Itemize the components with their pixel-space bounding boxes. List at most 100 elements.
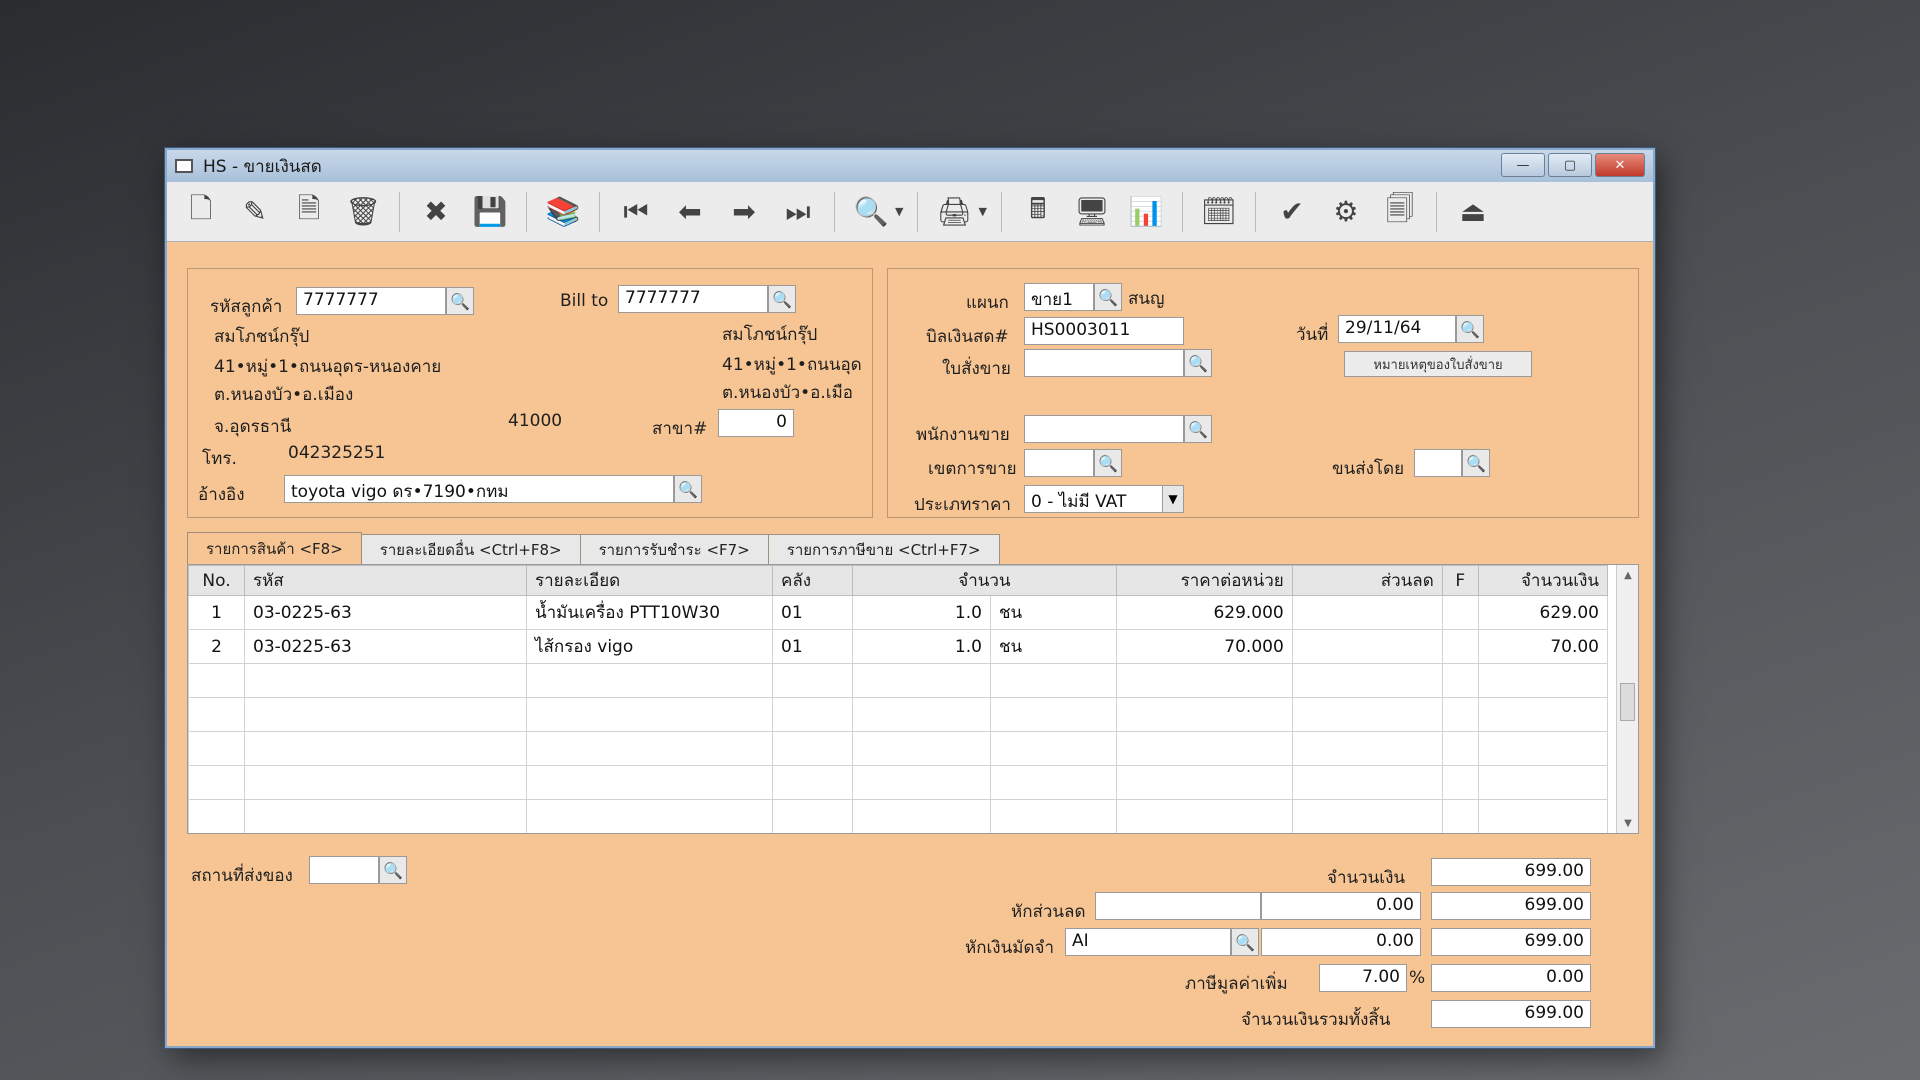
ship-by-field[interactable] (1414, 449, 1462, 477)
cell-no[interactable] (188, 731, 245, 766)
scroll-thumb[interactable] (1620, 683, 1635, 721)
grid-scrollbar[interactable]: ▲ ▼ (1616, 565, 1638, 833)
new-doc-icon[interactable]: 🗋 (179, 190, 223, 234)
stamp-icon[interactable]: ⚙ (1324, 190, 1368, 234)
cell-desc[interactable] (526, 697, 773, 732)
sales-order-search-icon[interactable]: 🔍 (1184, 349, 1212, 377)
col-flag[interactable]: F (1441, 565, 1479, 596)
cell-code[interactable]: 03-0225-63 (244, 595, 527, 630)
cell-unit[interactable]: ชน (989, 629, 1117, 664)
cell-amount[interactable] (1477, 765, 1609, 800)
dept-field[interactable]: ขาย1 (1024, 283, 1094, 311)
cell-discount[interactable] (1291, 663, 1443, 698)
cell-qty[interactable]: 1.0 (852, 595, 991, 630)
cell-desc[interactable]: น้ำมันเครื่อง PTT10W30 (526, 595, 773, 630)
sales-order-note-button[interactable]: หมายเหตุของใบสั่งขาย (1344, 351, 1532, 377)
first-record-icon[interactable]: ⏮ (614, 190, 658, 234)
price-type-select[interactable]: 0 - ไม่มี VAT (1024, 485, 1184, 513)
vat-rate-field[interactable]: 7.00 (1319, 964, 1407, 992)
cell-code[interactable] (244, 663, 527, 698)
col-no[interactable]: No. (188, 565, 245, 596)
cell-unit[interactable]: ชน (989, 595, 1117, 630)
cell-f[interactable] (1441, 595, 1479, 630)
date-field[interactable]: 29/11/64 (1338, 315, 1456, 343)
cell-amount[interactable] (1477, 731, 1609, 766)
register-icon[interactable]: 🖥 (1070, 190, 1114, 234)
cell-qty[interactable] (852, 799, 991, 833)
cell-amount[interactable] (1477, 799, 1609, 833)
table-row[interactable] (188, 731, 1609, 766)
col-discount[interactable]: ส่วนลด (1291, 565, 1443, 596)
cell-code[interactable]: 03-0225-63 (244, 629, 527, 664)
cell-qty[interactable] (852, 697, 991, 732)
col-code[interactable]: รหัส (244, 565, 527, 596)
void-icon[interactable]: 🗎 (287, 190, 331, 234)
cell-wh[interactable]: 01 (772, 629, 853, 664)
exit-icon[interactable]: ⏏ (1451, 190, 1495, 234)
cell-f[interactable] (1441, 663, 1479, 698)
cell-f[interactable] (1441, 731, 1479, 766)
chart-icon[interactable]: 📊 (1124, 190, 1168, 234)
tab-3[interactable]: รายการรับชำระ <F7> (579, 534, 769, 564)
delivery-place-field[interactable] (309, 856, 379, 884)
discount-text-field[interactable] (1095, 892, 1261, 920)
col-quantity[interactable]: จำนวน (852, 565, 1117, 596)
cell-unit_price[interactable] (1115, 765, 1293, 800)
sales-zone-field[interactable] (1024, 449, 1094, 477)
cell-wh[interactable] (772, 697, 853, 732)
tab-1[interactable]: รายการสินค้า <F8> (187, 532, 362, 564)
discount-amount-field[interactable]: 0.00 (1261, 892, 1421, 920)
customer-search-icon[interactable]: 🔍 (446, 287, 474, 315)
cell-no[interactable] (188, 799, 245, 833)
cell-unit[interactable] (989, 731, 1117, 766)
col-amount[interactable]: จำนวนเงิน (1477, 565, 1609, 596)
cell-qty[interactable] (852, 731, 991, 766)
reference-field[interactable]: toyota vigo ดร•7190•กทม (284, 475, 674, 503)
cell-amount[interactable]: 70.00 (1477, 629, 1609, 664)
billto-field[interactable]: 7777777 (618, 285, 768, 313)
col-warehouse[interactable]: คลัง (772, 565, 853, 596)
cell-desc[interactable]: ไส้กรอง vigo (526, 629, 773, 664)
ship-by-search-icon[interactable]: 🔍 (1462, 449, 1490, 477)
cell-desc[interactable] (526, 731, 773, 766)
cell-wh[interactable]: 01 (772, 595, 853, 630)
tab-2[interactable]: รายละเอียดอื่น <Ctrl+F8> (360, 534, 581, 564)
tab-4[interactable]: รายการภาษีขาย <Ctrl+F7> (767, 534, 1000, 564)
calculator-icon[interactable]: 🖩 (1016, 190, 1060, 234)
deposit-code-field[interactable]: AI (1065, 928, 1231, 956)
cell-amount[interactable] (1477, 697, 1609, 732)
sales-order-field[interactable] (1024, 349, 1184, 377)
cell-wh[interactable] (772, 663, 853, 698)
table-row[interactable] (188, 697, 1609, 732)
cell-discount[interactable] (1291, 595, 1443, 630)
cell-discount[interactable] (1291, 629, 1443, 664)
cancel-icon[interactable]: ✖ (414, 190, 458, 234)
cell-discount[interactable] (1291, 697, 1443, 732)
cell-no[interactable] (188, 765, 245, 800)
billto-search-icon[interactable]: 🔍 (768, 285, 796, 313)
chevron-down-icon[interactable]: ▼ (895, 205, 903, 218)
cell-discount[interactable] (1291, 799, 1443, 833)
salesman-field[interactable] (1024, 415, 1184, 443)
cell-unit[interactable] (989, 663, 1117, 698)
cell-code[interactable] (244, 697, 527, 732)
cell-no[interactable] (188, 663, 245, 698)
dept-search-icon[interactable]: 🔍 (1094, 283, 1122, 311)
books-icon[interactable]: 📚 (541, 190, 585, 234)
cell-desc[interactable] (526, 799, 773, 833)
cell-f[interactable] (1441, 629, 1479, 664)
reference-search-icon[interactable]: 🔍 (674, 475, 702, 503)
cell-discount[interactable] (1291, 765, 1443, 800)
next-record-icon[interactable]: ➡ (722, 190, 766, 234)
col-unit-price[interactable]: ราคาต่อหน่วย (1115, 565, 1293, 596)
cell-unit_price[interactable] (1115, 663, 1293, 698)
cell-desc[interactable] (526, 663, 773, 698)
customer-code-field[interactable]: 7777777 (296, 287, 446, 315)
cell-unit_price[interactable] (1115, 697, 1293, 732)
cell-unit[interactable] (989, 799, 1117, 833)
scroll-up-icon[interactable]: ▲ (1617, 565, 1638, 585)
edit-icon[interactable]: ✎ (233, 190, 277, 234)
cell-no[interactable] (188, 697, 245, 732)
trash-icon[interactable]: 🗑 (341, 190, 385, 234)
cell-qty[interactable]: 1.0 (852, 629, 991, 664)
